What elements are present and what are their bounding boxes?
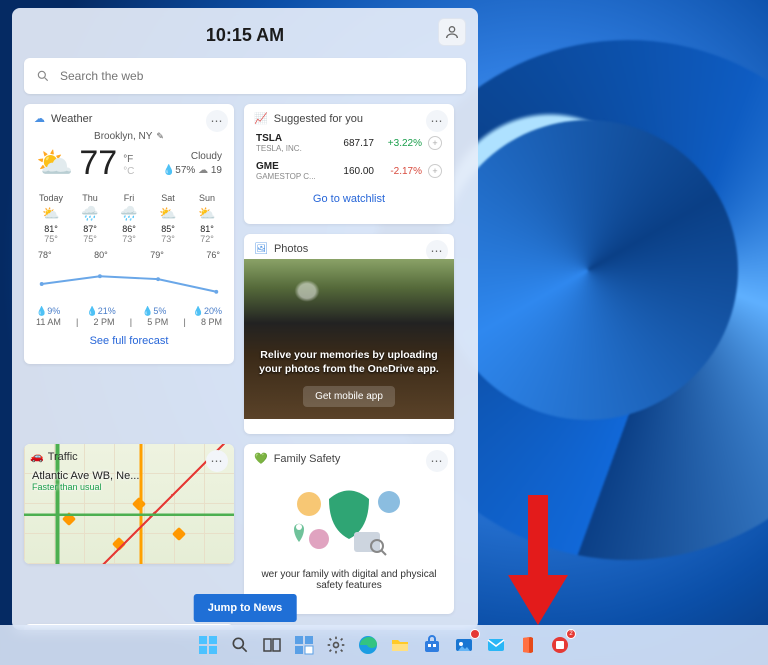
map-marker-icon — [172, 527, 186, 541]
search-button[interactable] — [226, 631, 254, 659]
photos-icon: 🖼 — [254, 242, 268, 255]
badge-icon — [470, 629, 480, 639]
stock-row[interactable]: GMEGAMESTOP C... 160.00 -2.17% + — [244, 157, 454, 185]
traffic-icon: 🚗 — [30, 450, 44, 463]
weather-day-icon: 🌧️ — [73, 205, 107, 222]
edge-button[interactable] — [354, 631, 382, 659]
add-stock-button[interactable]: + — [428, 164, 442, 178]
jump-to-news-button[interactable]: Jump to News — [194, 594, 297, 622]
traffic-status: Faster than usual — [32, 482, 139, 492]
taskbar: 2 — [0, 625, 768, 665]
weather-temp: 77 — [79, 144, 117, 183]
heart-icon: 💚 — [254, 452, 268, 465]
file-explorer-button[interactable] — [386, 631, 414, 659]
mail-button[interactable] — [482, 631, 510, 659]
wallpaper-swirl — [438, 120, 738, 420]
stocks-icon: 📈 — [254, 112, 268, 125]
map-marker-icon — [132, 497, 146, 511]
widget-menu-button[interactable]: ⋯ — [206, 450, 228, 472]
add-stock-button[interactable]: + — [428, 136, 442, 150]
start-button[interactable] — [194, 631, 222, 659]
badge-icon: 2 — [566, 629, 576, 639]
widget-title: Photos — [274, 243, 308, 255]
photos-widget[interactable]: ⋯ 🖼Photos Relive your memories by upload… — [244, 234, 454, 434]
search-input[interactable] — [60, 69, 454, 83]
family-illustration — [244, 469, 454, 569]
account-button[interactable] — [438, 18, 466, 46]
widget-title: Suggested for you — [274, 113, 363, 125]
settings-button[interactable] — [322, 631, 350, 659]
cloud-icon: ☁ — [34, 112, 45, 125]
office-button[interactable] — [514, 631, 542, 659]
annotation-arrow-icon — [508, 495, 568, 625]
family-text: wer your family with digital and physica… — [244, 569, 454, 591]
photos-image: Relive your memories by uploading your p… — [244, 259, 454, 419]
widget-title: Family Safety — [274, 453, 341, 465]
weather-icon: ⛅ — [36, 146, 73, 181]
weather-day-icon: ⛅ — [34, 205, 68, 222]
search-box[interactable] — [24, 58, 466, 94]
panel-time: 10:15 AM — [206, 25, 284, 46]
see-forecast-link[interactable]: See full forecast — [24, 327, 234, 355]
widget-menu-button[interactable]: ⋯ — [426, 450, 448, 472]
stock-row[interactable]: TSLATESLA, INC. 687.17 +3.22% + — [244, 129, 454, 157]
photos-app-button[interactable] — [450, 631, 478, 659]
search-icon — [36, 69, 50, 83]
map-marker-icon — [112, 537, 126, 551]
widget-menu-button[interactable]: ⋯ — [426, 110, 448, 132]
weather-condition: Cloudy — [163, 150, 222, 164]
snip-button[interactable]: 2 — [546, 631, 574, 659]
widgets-button[interactable] — [290, 631, 318, 659]
widgets-panel: 10:15 AM ⋯ ☁Weather Brooklyn, NY ✎ ⛅ 77 … — [12, 8, 478, 630]
widget-title: Traffic — [48, 451, 78, 463]
family-safety-widget[interactable]: ⋯ 💚 Family Safety wer your family with di… — [244, 444, 454, 614]
widget-menu-button[interactable]: ⋯ — [206, 110, 228, 132]
weather-day-icon: 🌧️ — [112, 205, 146, 222]
weather-hourly-chart — [32, 264, 226, 304]
pencil-icon[interactable]: ✎ — [156, 131, 164, 142]
weather-day-icon: ⛅ — [190, 205, 224, 222]
store-button[interactable] — [418, 631, 446, 659]
stocks-widget[interactable]: ⋯ 📈 Suggested for you TSLATESLA, INC. 687… — [244, 104, 454, 224]
watchlist-link[interactable]: Go to watchlist — [244, 185, 454, 213]
forecast-days: Today⛅81°75° Thu🌧️87°75° Fri🌧️86°73° Sat… — [24, 189, 234, 250]
traffic-widget[interactable]: 🚗 Traffic ⋯ Atlantic Ave WB, Ne... Faster… — [24, 444, 234, 564]
weather-widget[interactable]: ⋯ ☁Weather Brooklyn, NY ✎ ⛅ 77 °F°C Clou… — [24, 104, 234, 364]
weather-day-icon: ⛅ — [151, 205, 185, 222]
map-marker-icon — [62, 512, 76, 526]
photos-text: Relive your memories by uploading your p… — [256, 348, 442, 376]
get-app-button[interactable]: Get mobile app — [303, 386, 395, 407]
widget-title: Weather — [51, 113, 92, 125]
weather-location[interactable]: Brooklyn, NY ✎ — [24, 129, 234, 144]
task-view-button[interactable] — [258, 631, 286, 659]
traffic-route: Atlantic Ave WB, Ne... — [32, 470, 139, 482]
